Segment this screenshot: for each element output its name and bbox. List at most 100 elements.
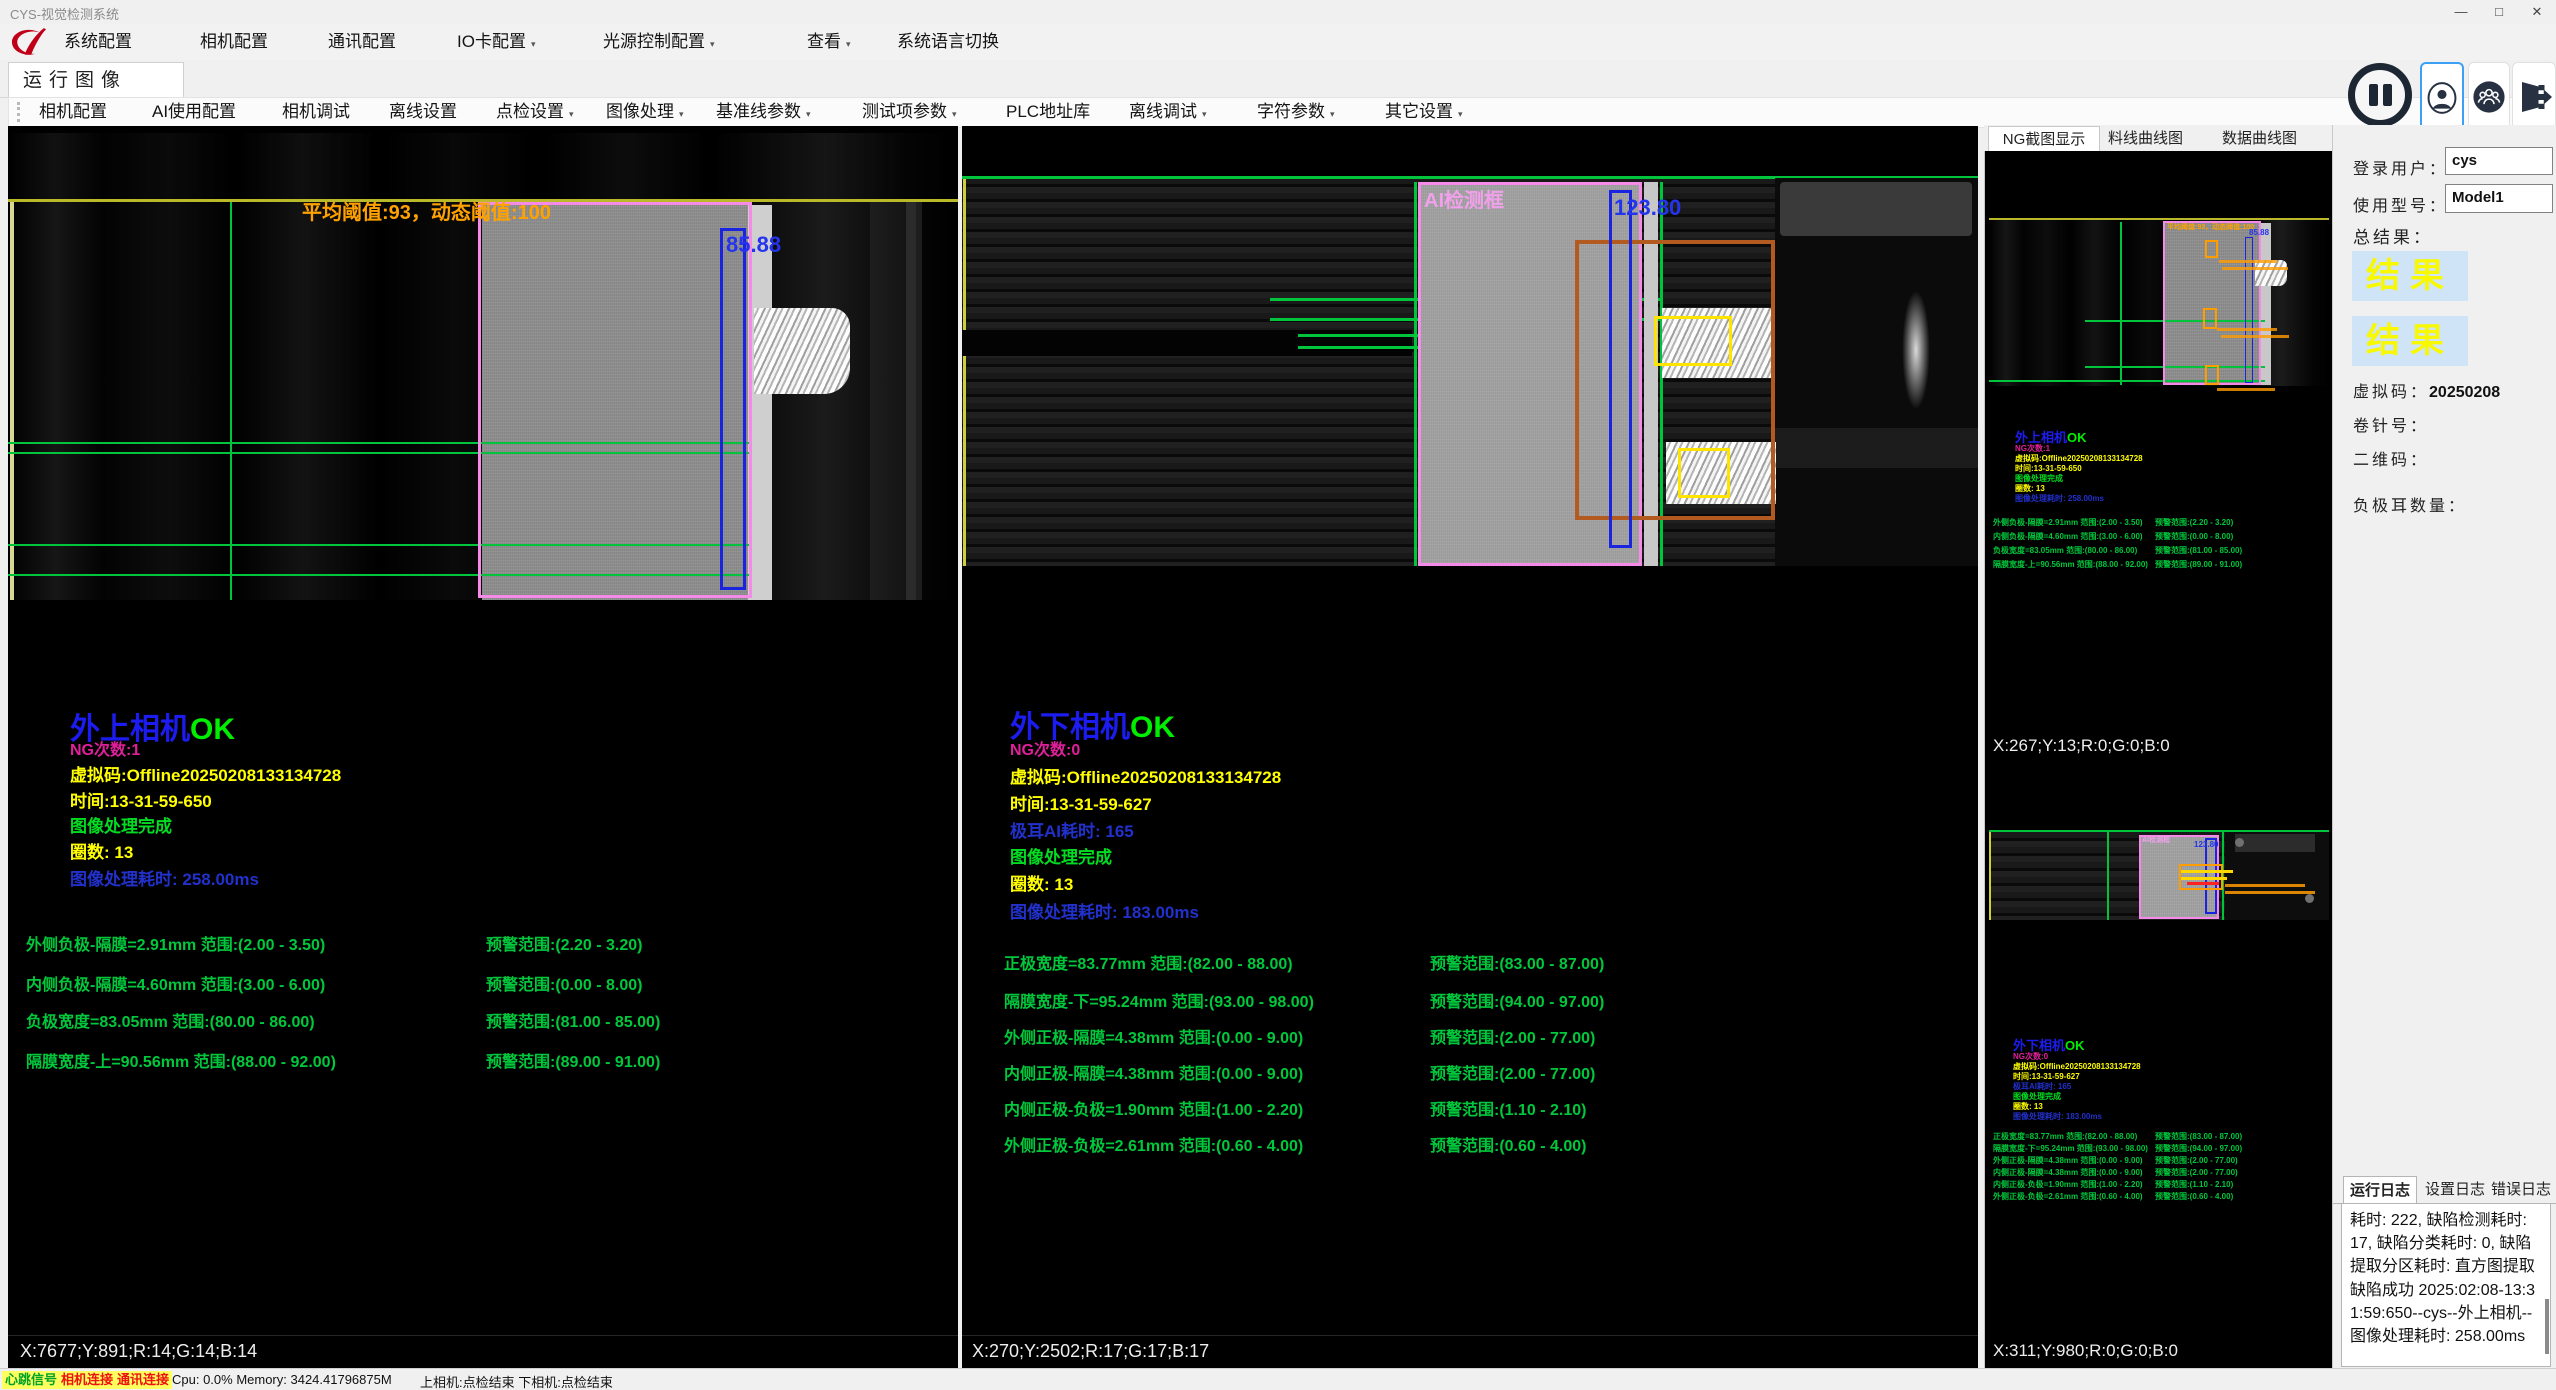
model-label: 使用型号： [2353,192,2448,216]
roi-box-brown [1575,240,1775,520]
machinery-highlight [1902,290,1930,410]
defect-box-orange [2205,365,2219,385]
measurement-row: 内侧负极-隔膜=4.60mm 范围:(3.00 - 6.00)预警范围:(0.0… [26,971,946,995]
tab-settings-log[interactable]: 设置日志 [2425,1176,2485,1203]
menu-item-system-config[interactable]: 系统配置 [64,24,132,60]
left-camera-image-top[interactable] [8,133,958,199]
ng-count-text: NG次数:1 [70,736,140,760]
maximize-button[interactable]: □ [2480,0,2518,24]
right-camera-image[interactable]: AI检测框 123.80 [962,140,1978,566]
pixel-coords-bar: X:311;Y:980;R:0;G:0;B:0 [1984,1337,2332,1368]
tool-camera-debug[interactable]: 相机调试 [282,98,350,125]
view-tab-row: 运行图像 [0,60,2556,98]
tab-line-curve[interactable]: 料线曲线图 [2108,126,2183,152]
measurement-row: 外侧正极-隔膜=4.38mm 范围:(0.00 - 9.00)预警范围:(2.0… [1993,1155,2143,1166]
pixel-coords-text: X:270;Y:2502;R:17;G:17;B:17 [972,1341,1209,1362]
camera-result: OK [190,713,235,746]
dropdown-caret-icon: ▾ [710,39,715,49]
pixel-coords-bar: X:267;Y:13;R:0;G:0;B:0 [1984,733,2332,759]
measurement-value: 外侧负极-隔膜=2.91mm 范围:(2.00 - 3.50) [26,937,325,954]
elapsed-text: 图像处理耗时: 183.00ms [1010,898,1199,923]
dropdown-caret-icon: ▾ [1330,109,1335,119]
menu-item-language[interactable]: 系统语言切换 [897,24,999,60]
left-camera-panel: 平均阈值:93，动态阈值:100 85.88 外上相机OK NG次数:1 虚拟码… [8,126,958,1368]
result-box-upper: 结果 [2352,251,2468,301]
status-bar: 心跳信号 相机连接 通讯连接 Cpu: 0.0% Memory: 3424.41… [0,1368,2556,1390]
streak-highlight [906,202,922,600]
virtual-code-row: 虚拟码：20250208 [2353,378,2500,402]
title-bar: CYS-视觉检测系统 — □ ✕ [0,0,2556,24]
tool-char-params[interactable]: 字符参数▾ [1257,98,1335,125]
tool-test-params[interactable]: 测试项参数▾ [862,98,957,125]
tool-baseline-params[interactable]: 基准线参数▾ [716,98,811,125]
model-field[interactable]: Model1 [2445,184,2553,213]
ai-box-label: AI检测框 [1424,184,1504,213]
tool-offline-settings[interactable]: 离线设置 [389,98,457,125]
measurement-warn: 预警范围:(89.00 - 91.00) [486,1048,660,1072]
ng-thumbnail-upper[interactable]: 平均阈值:93，动态阈值:100 85.88 外上相机OK NG次数:1 虚拟码… [1984,151,2332,733]
camera-result: OK [1130,711,1175,744]
defect-annotation-mark [2221,335,2289,338]
tool-ai-config[interactable]: AI使用配置 [152,98,236,125]
tab-error-log[interactable]: 错误日志 [2491,1176,2551,1203]
machinery-band [1775,428,1978,468]
tab-run-log[interactable]: 运行日志 [2343,1176,2417,1203]
menu-item-camera-config[interactable]: 相机配置 [200,24,268,60]
measurement-row: 内侧正极-隔膜=4.38mm 范围:(0.00 - 9.00)预警范围:(2.0… [1993,1167,2143,1178]
tool-offline-debug[interactable]: 离线调试▾ [1129,98,1207,125]
log-scrollbar-thumb[interactable] [2545,1299,2549,1354]
measurement-value: 内侧正极-负极=1.90mm 范围:(1.00 - 2.20) [1004,1102,1303,1119]
measurement-value: 内侧正极-隔膜=4.38mm 范围:(0.00 - 9.00) [1004,1066,1303,1083]
measurement-row: 隔膜宽度-上=90.56mm 范围:(88.00 - 92.00) 预警范围:(8… [26,1048,946,1072]
bolt-dot [2235,838,2244,847]
tool-spotcheck-settings[interactable]: 点检设置▾ [496,98,574,125]
tool-plc-address[interactable]: PLC地址库 [1006,98,1090,125]
defect-annotation-mark [2222,267,2288,270]
measure-box-blue [720,228,746,590]
defect-annotation-mark [2217,328,2277,331]
defect-annotation-mark [2219,260,2277,263]
dropdown-caret-icon: ▾ [1458,109,1463,119]
tab-data-curve[interactable]: 数据曲线图 [2222,126,2297,152]
virtual-code-text: 虚拟码:Offline20250208133134728 [70,761,341,786]
tool-image-processing[interactable]: 图像处理▾ [606,98,684,125]
menu-item-view[interactable]: 查看▾ [807,24,851,60]
measurement-value: 负极宽度=83.05mm 范围:(80.00 - 86.00) [26,1014,315,1031]
pixel-coords-text: X:7677;Y:891;R:14;G:14;B:14 [20,1341,257,1362]
close-button[interactable]: ✕ [2518,0,2556,24]
menu-item-io-config[interactable]: IO卡配置▾ [457,24,535,60]
minimize-button[interactable]: — [2442,0,2480,24]
spotcheck-status: 上相机:点检结束 下相机:点检结束 [420,1372,613,1390]
pause-icon [2369,84,2378,106]
dropdown-caret-icon: ▾ [679,109,684,119]
elapsed-text: 图像处理耗时: 258.00ms [2015,493,2104,504]
elapsed-text: 图像处理耗时: 183.00ms [2013,1111,2102,1122]
right-camera-panel: AI检测框 123.80 外下相机OK NG次数:0 虚拟码:Offline20… [962,126,1978,1368]
log-output[interactable]: 耗时: 222, 缺陷检测耗时: 17, 缺陷分类耗时: 0, 缺陷提取分区耗时… [2341,1203,2551,1367]
measurement-row: 正极宽度=83.77mm 范围:(82.00 - 88.00)预警范围:(83.… [1004,950,1964,974]
camera-link-status-badge: 相机连接 [58,1371,116,1389]
tab-ng-snapshot[interactable]: NG截图显示 [1988,126,2100,152]
measurement-value: 外侧正极-负极=2.61mm 范围:(0.60 - 4.00) [1004,1138,1303,1155]
app-logo-icon [6,26,52,58]
tab-run-image[interactable]: 运行图像 [8,62,184,98]
elapsed-text: 图像处理耗时: 258.00ms [70,865,259,890]
left-camera-image[interactable]: 平均阈值:93，动态阈值:100 85.88 [8,202,958,600]
user-icon [2425,81,2459,120]
pause-button[interactable] [2348,63,2412,127]
machinery-dark-area [2225,832,2329,920]
pixel-coords-bar: X:270;Y:2502;R:17;G:17;B:17 [962,1335,1978,1369]
ng-thumbnail-lower[interactable]: AI检测框 123.80 外下相机OK NG次数:0 虚拟码:Offline20… [1984,759,2332,1337]
tool-camera-config[interactable]: 相机配置 [39,98,107,125]
measurement-value: 隔膜宽度-上=90.56mm 范围:(88.00 - 92.00) [26,1054,336,1071]
tool-other-settings[interactable]: 其它设置▾ [1385,98,1463,125]
cpu-memory-status: Cpu: 0.0% Memory: 3424.41796875M [172,1372,392,1387]
menu-item-light-config[interactable]: 光源控制配置▾ [603,24,715,60]
heartbeat-status-badge: 心跳信号 [2,1371,60,1389]
measurement-row: 外侧正极-负极=2.61mm 范围:(0.60 - 4.00)预警范围:(0.6… [1004,1132,1964,1156]
measurement-warn: 预警范围:(1.10 - 2.10) [1430,1096,1587,1120]
menu-item-comm-config[interactable]: 通讯配置 [328,24,396,60]
measurement-warn: 预警范围:(2.00 - 77.00) [1430,1060,1595,1084]
measurement-row: 内侧正极-负极=1.90mm 范围:(1.00 - 2.20)预警范围:(1.1… [1993,1179,2143,1190]
login-user-field[interactable]: cys [2445,147,2553,175]
